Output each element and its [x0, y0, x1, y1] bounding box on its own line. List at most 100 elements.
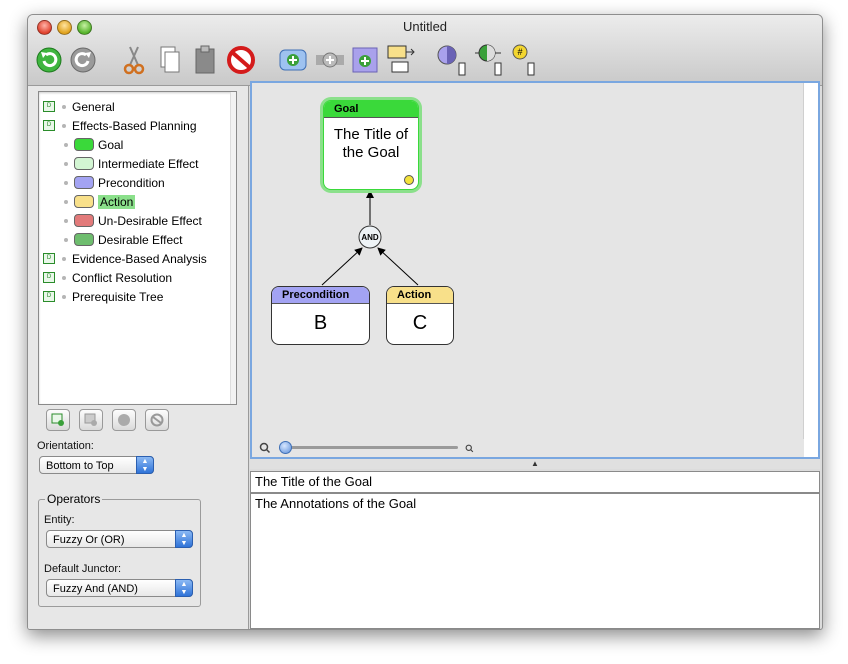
- action-node[interactable]: Action C: [386, 286, 454, 345]
- disclosure-icon[interactable]: D: [43, 120, 55, 131]
- bullet-icon: [62, 275, 66, 280]
- zoom-slider-track[interactable]: [282, 446, 458, 449]
- outline-item[interactable]: D Prerequisite Tree: [43, 287, 163, 306]
- node-annotation-field[interactable]: The Annotations of the Goal: [250, 493, 820, 629]
- add-subtype-icon: [84, 413, 97, 426]
- precondition-node[interactable]: Precondition B: [271, 286, 370, 345]
- junctor-fill-icon[interactable]: [473, 41, 507, 77]
- add-type-icon: [51, 413, 64, 426]
- outline-item[interactable]: Un-Desirable Effect: [64, 211, 202, 230]
- operators-title: Operators: [45, 492, 103, 506]
- outline-view[interactable]: D General D Effects-Based Planning Goal Inter…: [38, 91, 237, 405]
- precondition-node-type: Precondition: [272, 287, 369, 304]
- default-junctor-select[interactable]: Fuzzy And (AND) ▲ ▼: [46, 579, 193, 597]
- connect-icon[interactable]: [385, 43, 417, 75]
- orientation-select[interactable]: Bottom to Top ▲ ▼: [39, 456, 154, 474]
- entity-select[interactable]: Fuzzy Or (OR) ▲ ▼: [46, 530, 193, 548]
- color-swatch-icon: [74, 157, 94, 170]
- outline-item[interactable]: Goal: [64, 135, 123, 154]
- bullet-icon: [62, 104, 66, 109]
- svg-text:#: #: [517, 47, 522, 57]
- outline-item-label: Conflict Resolution: [72, 270, 173, 285]
- edge-precondition-junctor: [321, 247, 363, 286]
- outline-item[interactable]: Precondition: [64, 173, 165, 192]
- window-title: Untitled: [402, 19, 448, 34]
- zoom-slider-knob[interactable]: [279, 441, 292, 454]
- junctor-label: AND: [361, 233, 379, 242]
- outline-item[interactable]: D Evidence-Based Analysis: [43, 249, 207, 268]
- default-junctor-value: Fuzzy And (AND): [53, 583, 138, 595]
- zoom-bar: [252, 439, 804, 457]
- add-type-button[interactable]: [46, 409, 70, 431]
- redo-icon[interactable]: [68, 45, 98, 75]
- canvas-vertical-scrollbar[interactable]: [803, 83, 818, 457]
- outline-item-label: Intermediate Effect: [98, 156, 199, 171]
- info-button[interactable]: [112, 409, 136, 431]
- bullet-icon: [64, 237, 68, 242]
- precondition-node-title: B: [313, 312, 328, 334]
- disclosure-icon[interactable]: D: [43, 253, 55, 264]
- outline-item[interactable]: D Effects-Based Planning: [43, 116, 197, 135]
- undo-icon[interactable]: [34, 45, 64, 75]
- zoom-out-icon[interactable]: [259, 442, 271, 454]
- outline-item[interactable]: D General: [43, 97, 115, 116]
- remove-type-button[interactable]: [145, 409, 169, 431]
- bullet-icon: [64, 218, 68, 223]
- copy-icon[interactable]: [156, 45, 184, 75]
- add-junctor-icon[interactable]: [314, 45, 346, 75]
- outline-item-label: Action: [98, 194, 136, 209]
- bullet-icon: [64, 161, 68, 166]
- outline-item[interactable]: Intermediate Effect: [64, 154, 199, 173]
- color-swatch-icon: [74, 138, 94, 151]
- zoom-in-icon[interactable]: [465, 444, 474, 453]
- delete-icon[interactable]: [225, 45, 257, 75]
- outline-scrollbar[interactable]: [230, 92, 236, 404]
- outline-item[interactable]: Action: [64, 192, 136, 211]
- bullet-icon: [62, 123, 66, 128]
- cut-icon[interactable]: [120, 45, 148, 75]
- outline-item-label: Effects-Based Planning: [72, 118, 197, 133]
- outline-item-label: Goal: [98, 137, 124, 152]
- number-icon[interactable]: #: [510, 41, 540, 77]
- color-swatch-icon: [74, 214, 94, 227]
- disclosure-icon[interactable]: D: [43, 291, 55, 302]
- action-node-type: Action: [387, 287, 453, 304]
- node-title-field[interactable]: The Title of the Goal: [250, 471, 820, 493]
- add-node-icon[interactable]: [278, 45, 308, 75]
- outline-buttons: [46, 409, 169, 433]
- default-junctor-label: Default Junctor:: [44, 563, 122, 575]
- outline-item[interactable]: D Conflict Resolution: [43, 268, 172, 287]
- diagram-canvas[interactable]: AND Goal The Title of the Goal Precondit…: [250, 81, 820, 459]
- edge-action-junctor: [377, 247, 419, 286]
- bullet-icon: [64, 142, 68, 147]
- select-arrows-icon: ▲ ▼: [136, 456, 154, 474]
- bullet-icon: [62, 256, 66, 261]
- goal-node[interactable]: Goal The Title of the Goal: [323, 100, 419, 190]
- add-child-icon[interactable]: [351, 45, 379, 75]
- remove-icon: [150, 413, 164, 427]
- title-bar: Untitled #: [28, 15, 822, 86]
- outline-item-label: Evidence-Based Analysis: [72, 251, 207, 266]
- color-swatch-icon: [74, 233, 94, 246]
- disclosure-icon[interactable]: D: [43, 272, 55, 283]
- color-swatch-icon: [74, 176, 94, 189]
- color-swatch-icon: [74, 195, 94, 208]
- paste-icon[interactable]: [191, 45, 219, 75]
- app-window: Untitled # D General D Effects-Based Pla…: [27, 14, 823, 630]
- goal-node-type: Goal: [324, 101, 418, 118]
- select-arrows-icon: ▲ ▼: [175, 579, 193, 597]
- goal-node-title: The Title of the Goal: [333, 126, 409, 161]
- outline-item-label: Prerequisite Tree: [72, 289, 164, 304]
- outline-item[interactable]: Desirable Effect: [64, 230, 183, 249]
- entity-fill-icon[interactable]: [435, 43, 469, 77]
- outline-item-label: General: [72, 99, 115, 114]
- operators-group: Operators Entity: Fuzzy Or (OR) ▲ ▼ Defau…: [38, 492, 201, 607]
- disclosure-icon[interactable]: D: [43, 101, 55, 112]
- entity-value: Fuzzy Or (OR): [53, 534, 125, 546]
- split-view-handle[interactable]: ▲: [250, 459, 820, 469]
- bullet-icon: [64, 180, 68, 185]
- outline-item-label: Desirable Effect: [98, 232, 183, 247]
- bullet-icon: [62, 294, 66, 299]
- bullet-icon: [64, 199, 68, 204]
- add-subtype-button[interactable]: [79, 409, 103, 431]
